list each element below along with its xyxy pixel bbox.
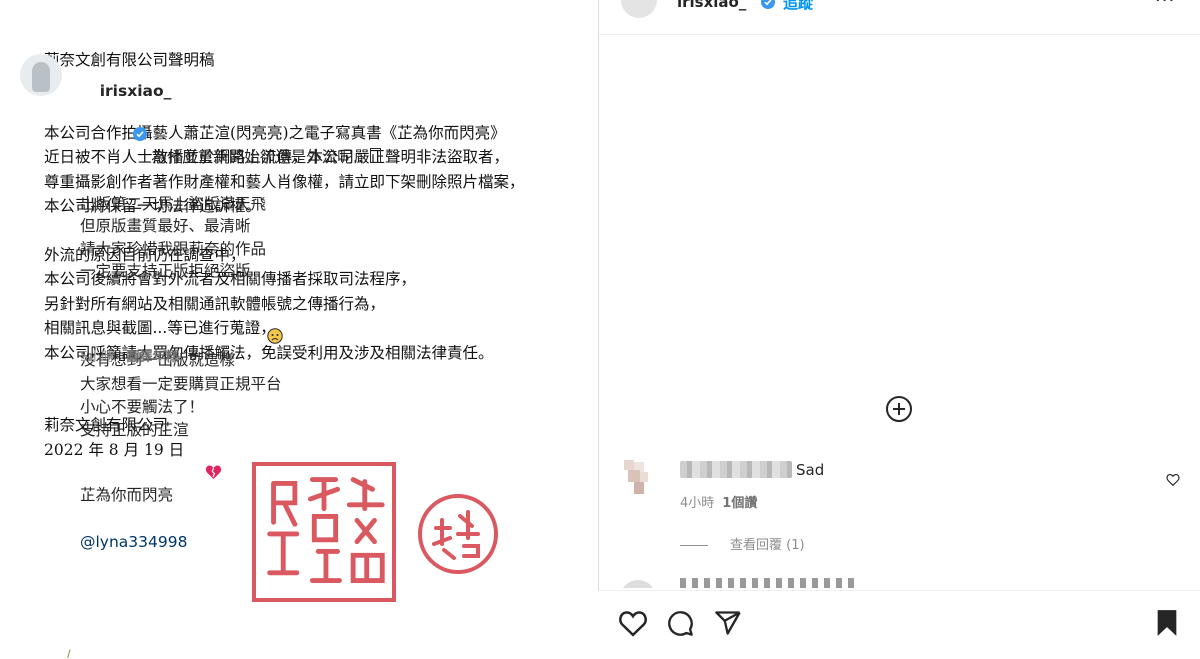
- caption-line: 為什麼重新開始卻還是外流呢…: [151, 148, 369, 167]
- caption-avatar[interactable]: [20, 54, 62, 96]
- caption-line: 一定要支持正版拒絕盜版: [80, 262, 251, 281]
- caption-line: 大家想看一定要購買正規平台: [80, 375, 282, 394]
- view-replies-button[interactable]: 查看回覆 (1): [680, 534, 805, 553]
- action-bar: [598, 590, 1200, 659]
- sad-face-icon: [237, 306, 283, 374]
- header-avatar[interactable]: [621, 0, 657, 18]
- verified-icon: [104, 102, 148, 170]
- save-icon[interactable]: [1154, 609, 1180, 641]
- caption-line: 出版第二天馬上盜版滿天飛: [80, 194, 267, 213]
- caption-username[interactable]: irisxiao_: [100, 82, 172, 100]
- caption: irisxiao_ 為什麼重新開始卻還是外流呢… 出版第二天馬上盜版滿天飛 但原…: [80, 57, 382, 554]
- caption-line: 小心不要觸法了！: [80, 397, 205, 416]
- caption-line: 請大家珍惜我跟莉奈的作品: [80, 239, 267, 258]
- view-replies-label: 查看回覆 (1): [730, 538, 805, 553]
- caption-line: 支持正版的芷渲: [80, 420, 189, 439]
- load-more-comments-icon[interactable]: [884, 394, 914, 428]
- next-comment-partial: [620, 578, 1180, 588]
- header-username[interactable]: irisxiao_: [677, 0, 746, 11]
- caption-meta: 5小時 翻譯年糕: [80, 346, 186, 365]
- follow-button[interactable]: 追蹤: [783, 0, 813, 13]
- verified-icon: [761, 0, 775, 13]
- post-time: 5小時: [80, 350, 115, 365]
- comment-time: 4小時: [680, 496, 715, 511]
- mention-link[interactable]: @lyna334998: [80, 531, 381, 554]
- post-panel: irisxiao_ 追蹤 ···: [598, 0, 1200, 658]
- comment-username-blurred[interactable]: [680, 461, 792, 478]
- comment-text: Sad: [796, 461, 825, 479]
- comment-like-icon[interactable]: [1166, 471, 1180, 490]
- more-options-icon[interactable]: ···: [1155, 0, 1175, 11]
- broken-heart-icon: [175, 441, 222, 509]
- share-icon[interactable]: [714, 609, 742, 641]
- comment-avatar[interactable]: [620, 458, 658, 496]
- missing-glyph-icon: [370, 148, 382, 164]
- translate-button[interactable]: 翻譯年糕: [126, 350, 178, 365]
- caption-line: 但原版畫質最好、最清晰: [80, 217, 251, 236]
- post-header: irisxiao_ 追蹤 ···: [599, 0, 1200, 35]
- comment-icon[interactable]: [666, 609, 694, 641]
- comment-meta: 4小時 1個讚: [680, 492, 757, 511]
- stray-mark: /: [66, 648, 71, 658]
- comment-likes[interactable]: 1個讚: [722, 496, 757, 511]
- caption-line: 芷為你而閃亮: [80, 486, 174, 505]
- like-icon[interactable]: [618, 609, 648, 641]
- person-seal: [418, 494, 498, 574]
